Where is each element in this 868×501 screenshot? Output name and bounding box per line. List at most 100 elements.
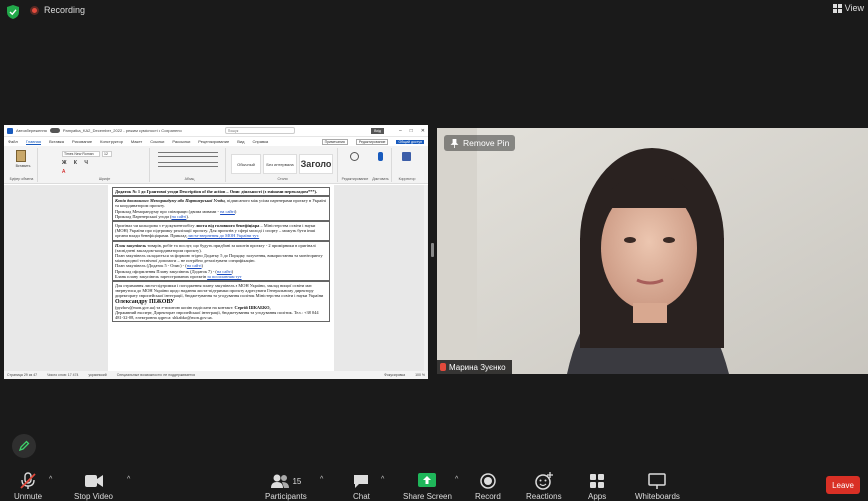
security-shield-icon[interactable]: [7, 5, 19, 19]
styles-group-label: Стили: [277, 177, 288, 181]
contact-details: Державний експерт, Директорат європейськ…: [115, 310, 319, 321]
font-name-select[interactable]: Times New Roman: [62, 151, 100, 157]
partnership-link[interactable]: на сайті: [171, 214, 186, 219]
word-logo-icon: [7, 127, 13, 134]
word-tab-8[interactable]: Рецензирование: [198, 139, 229, 144]
recording-label: Recording: [44, 5, 86, 15]
word-tab-2[interactable]: Вставка: [49, 139, 64, 144]
close-icon[interactable]: ✕: [421, 128, 425, 134]
find-icon[interactable]: [350, 152, 359, 161]
participant-video-frame: [437, 128, 868, 374]
zoom-level[interactable]: 100 %: [415, 373, 425, 377]
participant-name: Марина Зуєнко: [449, 362, 506, 372]
participants-button[interactable]: 15 Participants: [265, 472, 307, 501]
recording-dot-icon: [30, 5, 39, 15]
minimize-icon[interactable]: –: [399, 128, 402, 134]
document-scrollbar[interactable]: [424, 185, 427, 371]
remove-pin-label: Remove Pin: [463, 138, 510, 148]
reactions-button[interactable]: Reactions: [526, 472, 562, 501]
document-page[interactable]: Додаток № 1 до Грантової угоди Descripti…: [108, 185, 334, 371]
apps-grid-icon: [590, 474, 605, 488]
remove-pin-button[interactable]: Remove Pin: [444, 135, 516, 151]
view-button[interactable]: View: [832, 3, 864, 13]
editor-group: Корректор: [392, 148, 422, 182]
paste-icon[interactable]: [16, 150, 26, 162]
editing-group-label: Редактирование: [341, 177, 369, 181]
style-normal[interactable]: Обычный: [231, 154, 261, 174]
word-tab-5[interactable]: Макет: [131, 139, 142, 144]
word-share-button[interactable]: Общий доступ: [396, 139, 424, 144]
stop-video-button[interactable]: Stop Video: [74, 472, 113, 501]
format-buttons[interactable]: Ж К Ч: [62, 160, 91, 166]
microphone-icon[interactable]: [378, 152, 383, 161]
stop-video-label: Stop Video: [74, 492, 113, 501]
procurement-blank-link[interactable]: за посиланням тут: [207, 274, 241, 279]
word-tab-10[interactable]: Справка: [252, 139, 268, 144]
font-color-icon[interactable]: A: [62, 169, 65, 175]
share-screen-label: Share Screen: [403, 492, 452, 501]
chat-bubble-icon: [354, 475, 369, 488]
word-tab-7[interactable]: Рассылки: [172, 139, 190, 144]
editor-group-label: Корректор: [398, 177, 416, 181]
whiteboards-label: Whiteboards: [635, 492, 680, 501]
audio-options-caret[interactable]: ^: [49, 476, 52, 483]
apps-button[interactable]: Apps: [588, 472, 606, 501]
editing-group: Редактирование: [340, 148, 370, 182]
list-buttons-icon[interactable]: [158, 152, 218, 157]
video-options-caret[interactable]: ^: [127, 476, 130, 483]
editing-mode-button[interactable]: Редактирование: [355, 138, 389, 145]
word-count: Число слов: 17 474: [47, 373, 79, 377]
chat-button[interactable]: Chat: [353, 472, 370, 501]
font-size-select[interactable]: 12: [102, 151, 112, 157]
contact-name: Олександру ПІЖОВУ: [115, 298, 175, 305]
accessibility-status[interactable]: Специальные возможности: не поддерживает…: [117, 373, 195, 377]
record-label: Record: [475, 492, 501, 501]
styles-group: Обычный Без интервала Заголо Стили: [228, 148, 338, 182]
style-heading[interactable]: Заголо: [299, 154, 333, 174]
comments-button[interactable]: Примечания: [321, 138, 348, 145]
partnership-example: Приклад Партнерської угоди: [115, 213, 169, 219]
word-tab-9[interactable]: Вид: [237, 139, 244, 144]
record-icon: [480, 473, 496, 489]
word-tab-3[interactable]: Рисование: [72, 139, 92, 144]
document-canvas: Додаток № 1 до Грантової угоди Descripti…: [4, 185, 428, 371]
word-search-input[interactable]: Пошук: [224, 127, 295, 134]
doc-item-2: Копія двомовного Меморандуму або Партнер…: [112, 196, 330, 222]
recording-indicator[interactable]: Recording: [30, 5, 85, 15]
word-tab-4[interactable]: Конструктор: [100, 139, 123, 144]
share-options-caret[interactable]: ^: [455, 476, 458, 483]
smiley-icon: [535, 472, 553, 490]
maximize-icon[interactable]: □: [410, 128, 413, 134]
annotate-button[interactable]: [12, 434, 36, 458]
participants-options-caret[interactable]: ^: [320, 476, 323, 483]
video-camera-icon: [84, 475, 103, 487]
word-tab-6[interactable]: Ссылки: [150, 139, 164, 144]
login-button[interactable]: Вхід: [371, 127, 384, 134]
editor-icon[interactable]: [402, 152, 411, 161]
word-tab-1[interactable]: Главная: [25, 139, 42, 145]
paragraph-group-label: Абзац: [184, 177, 195, 181]
word-tab-0[interactable]: Файл: [8, 139, 18, 144]
window-controls: – □ ✕: [399, 128, 425, 134]
autosave-toggle[interactable]: [49, 128, 60, 133]
align-buttons-icon[interactable]: [158, 162, 218, 167]
leave-button[interactable]: Leave: [826, 476, 860, 494]
whiteboards-button[interactable]: Whiteboards: [635, 472, 680, 501]
paste-label: Вставить: [15, 164, 31, 168]
doc-item-1: Додаток № 1 до Грантової угоди Descripti…: [112, 187, 330, 197]
clipboard-group-label: Буфер обмена: [9, 177, 34, 181]
view-label: View: [844, 3, 864, 13]
memorandum-link[interactable]: на сайті: [220, 209, 235, 214]
split-view-handle[interactable]: [431, 243, 434, 257]
focus-mode[interactable]: Фокусировка: [384, 373, 405, 377]
chat-options-caret[interactable]: ^: [381, 476, 384, 483]
share-screen-button[interactable]: Share Screen: [403, 472, 452, 501]
doc-annex-text: Додаток № 1 до Грантової угоди Descripti…: [115, 189, 318, 194]
unmute-button[interactable]: Unmute: [14, 472, 42, 501]
share-screen-icon: [418, 473, 437, 487]
word-ribbon: Вставить Буфер обмена Times New Roman 12…: [4, 146, 428, 184]
style-no-spacing[interactable]: Без интервала: [263, 154, 297, 174]
letter-link[interactable]: листа-звернення до МОН України тут.: [188, 233, 260, 238]
record-button[interactable]: Record: [475, 472, 501, 501]
reactions-label: Reactions: [526, 492, 562, 501]
